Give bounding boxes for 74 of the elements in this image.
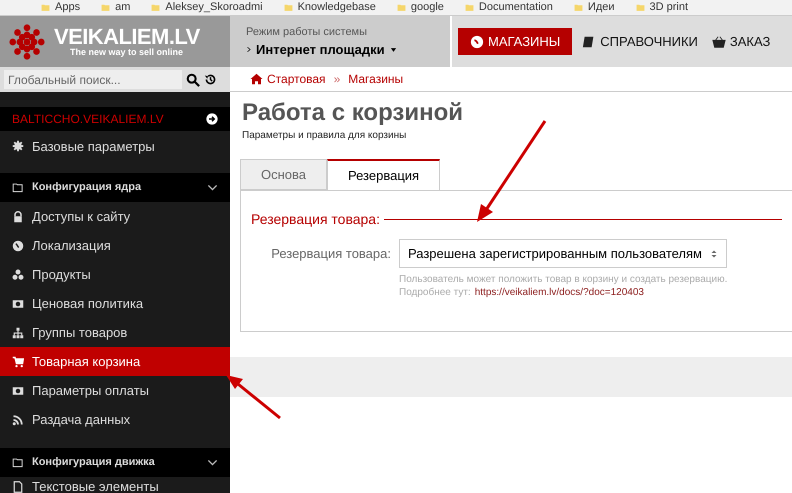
mode-label: Режим работы системы (246, 24, 368, 40)
chevron-right-icon (246, 45, 252, 54)
sidebar-item[interactable]: Группы товаров (0, 318, 230, 347)
cubes-icon (12, 268, 24, 280)
bookmark[interactable]: Apps (40, 2, 80, 13)
folder-icon (464, 3, 475, 12)
bookmark[interactable]: Knowledgebase (282, 2, 376, 13)
search-icon (186, 72, 200, 86)
folder-icon (572, 3, 584, 12)
section-legend: Резервация товара: (251, 209, 380, 230)
sidebar-item[interactable]: Продукты (0, 260, 230, 289)
cart-icon (12, 356, 24, 368)
folder-icon (100, 3, 112, 12)
lock-icon (12, 210, 24, 222)
mode-dropdown[interactable]: Интернет площадки (246, 40, 450, 60)
nav-tab[interactable]: ЗАКАЗ (708, 28, 774, 55)
sidebar-item[interactable]: Доступы к сайту (0, 202, 230, 231)
folder-icon (150, 3, 162, 12)
banknote-icon (12, 298, 24, 310)
caret-down-icon (388, 46, 398, 53)
search-field[interactable]: Глобальный поиск... (4, 70, 182, 89)
docs-link[interactable]: https://veikaliem.lv/docs/?doc=120403 (474, 286, 644, 299)
page-subtitle: Параметры и правила для корзины (242, 129, 408, 143)
arrow-right-circle-icon (206, 113, 218, 125)
sidebar-item[interactable]: Товарная корзина (0, 347, 230, 376)
bookmark[interactable]: 3D print (634, 2, 688, 13)
help-text: Подробнее тут: (399, 286, 471, 299)
rss-icon (12, 414, 24, 426)
bookmark[interactable]: Aleksey_Skoroadmi (150, 2, 263, 13)
breadcrumb-link[interactable]: Магазины (348, 70, 404, 88)
sidebar-item[interactable]: Локализация (0, 231, 230, 260)
logo-name: VEIKALIEM.LV (54, 26, 200, 48)
folder-icon (12, 457, 24, 468)
section-header[interactable]: Конфигурация движка (0, 448, 230, 477)
folder-icon (40, 3, 51, 12)
chevron-down-icon (207, 182, 218, 193)
basket-icon (712, 34, 726, 48)
banknote-icon (12, 384, 24, 396)
history-icon (204, 73, 217, 86)
folder-icon (634, 3, 646, 12)
tab[interactable]: Резервация (327, 159, 440, 190)
sidebar-item[interactable]: Параметры оплаты (0, 376, 230, 405)
breadcrumb-separator: » (332, 71, 342, 88)
logo-tagline: The new way to sell online (70, 48, 184, 57)
site-name: BALTICCHO.VEIKALIEM.LV (12, 111, 164, 128)
document-icon (12, 481, 24, 493)
gear-icon (12, 140, 24, 152)
folder-icon (396, 3, 407, 12)
sort-arrows-icon (710, 248, 718, 260)
help-text: Пользователь может положить товар в корзину и создать резервацию. (399, 273, 728, 286)
logo-dots-icon (8, 22, 46, 60)
hierarchy-icon (12, 326, 24, 338)
section-header[interactable]: Конфигурация ядра (0, 173, 230, 202)
sidebar-item[interactable]: Раздача данных (0, 405, 230, 434)
page-title: Работа с корзиной (242, 98, 464, 128)
tab[interactable]: Основа (240, 159, 328, 190)
nav-tab[interactable]: МАГАЗИНЫ (458, 28, 572, 55)
field-label: Резервация товара: (270, 244, 392, 263)
reservation-select[interactable]: Разрешена зарегистрированным пользователям (399, 239, 727, 268)
bookmark[interactable]: am (100, 2, 130, 13)
chevron-down-icon (207, 457, 218, 468)
site-header[interactable]: BALTICCHO.VEIKALIEM.LV (0, 107, 230, 131)
folder-icon (282, 3, 294, 12)
bookmark[interactable]: google (396, 2, 444, 13)
nav-tab[interactable]: СПРАВОЧНИКИ (578, 28, 702, 55)
folder-icon (12, 182, 24, 193)
home-icon (250, 73, 263, 85)
bookmark[interactable]: Идеи (572, 2, 615, 13)
sidebar-item[interactable]: Базовые параметры (0, 131, 230, 161)
bookmark[interactable]: Documentation (464, 2, 553, 13)
sidebar-item[interactable]: Ценовая политика (0, 289, 230, 318)
annotation-arrow (226, 375, 281, 420)
sidebar-item[interactable]: Текстовые элементы (0, 477, 230, 493)
breadcrumb-link[interactable]: Стартовая (267, 70, 326, 88)
